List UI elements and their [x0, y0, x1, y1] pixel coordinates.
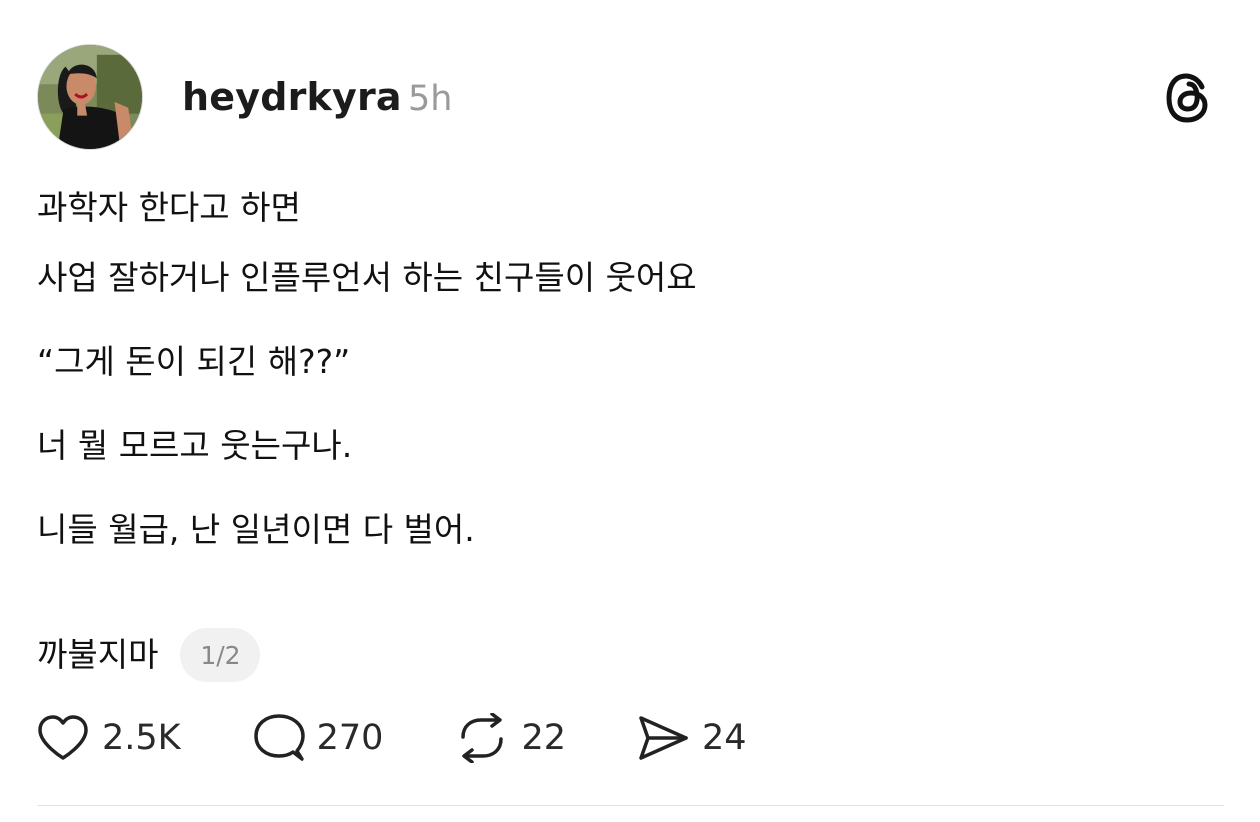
repost-count: 22	[521, 718, 566, 758]
post-last-line: 까불지마 1/2	[37, 628, 261, 682]
post-text-line: 너 뭘 모르고 웃는구나.	[37, 426, 353, 465]
post-text-line: 니들 월급, 난 일년이면 다 벌어.	[37, 510, 475, 549]
repost-button[interactable]: 22	[455, 712, 566, 764]
post-action-bar: 2.5K 270 22 24	[36, 712, 817, 764]
share-button[interactable]: 24	[636, 712, 747, 764]
threads-logo-icon[interactable]	[1164, 72, 1212, 124]
heart-icon	[38, 715, 88, 760]
post-text-line: “그게 돈이 되긴 해??”	[37, 342, 351, 381]
author-username[interactable]: heydrkyra	[182, 74, 402, 120]
avatar[interactable]	[37, 44, 143, 150]
page-indicator-badge[interactable]: 1/2	[180, 628, 261, 682]
like-button[interactable]: 2.5K	[36, 712, 181, 764]
reply-count: 270	[316, 718, 384, 758]
repost-icon	[461, 713, 504, 763]
post-text-line: 과학자 한다고 하면	[37, 188, 301, 227]
threads-post: heydrkyra 5h 과학자 한다고 하면 사업 잘하거나 인플루언서 하는…	[0, 0, 1260, 822]
post-text-line: 사업 잘하거나 인플루언서 하는 친구들이 웃어요	[37, 258, 697, 297]
post-text: 과학자 한다고 하면 사업 잘하거나 인플루언서 하는 친구들이 웃어요 “그게…	[37, 186, 1217, 552]
avatar-image	[38, 45, 142, 149]
post-text-line: 까불지마	[37, 635, 159, 674]
share-count: 24	[701, 718, 747, 758]
like-count: 2.5K	[102, 718, 181, 758]
reply-button[interactable]: 270	[253, 712, 384, 764]
comment-bubble-icon	[253, 714, 305, 761]
send-icon	[639, 716, 688, 760]
post-timestamp: 5h	[408, 79, 453, 119]
post-divider	[37, 805, 1224, 806]
